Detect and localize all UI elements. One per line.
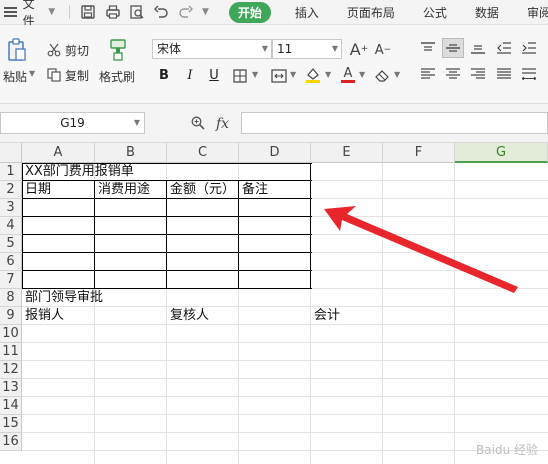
paste-dropdown-icon[interactable]: ▼ xyxy=(29,69,35,78)
zoom-icon[interactable] xyxy=(190,115,206,131)
format-painter-button[interactable]: 格式刷 xyxy=(99,68,135,85)
justify-icon[interactable] xyxy=(495,66,513,82)
copy-button[interactable]: 复制 xyxy=(65,67,89,84)
align-left-icon[interactable] xyxy=(419,66,437,82)
red-arrow-annotation xyxy=(324,206,518,293)
decrease-font-size-icon[interactable]: A − xyxy=(373,40,393,60)
font-color-dropdown-icon[interactable]: ▼ xyxy=(359,70,365,79)
undo-icon[interactable] xyxy=(154,4,169,20)
increase-font-size-icon[interactable]: A + xyxy=(349,39,369,59)
save-icon[interactable] xyxy=(81,4,95,20)
fill-color-icon[interactable] xyxy=(303,65,323,85)
chevron-down-icon: ▼ xyxy=(331,44,338,53)
border-dropdown-icon[interactable]: ▼ xyxy=(252,70,258,79)
font-color-icon[interactable]: A xyxy=(338,65,358,85)
menu-icon[interactable] xyxy=(4,7,17,17)
font-name-value: 宋体 xyxy=(157,42,182,56)
underline-button[interactable]: U xyxy=(205,66,223,84)
font-size-value: 11 xyxy=(277,42,293,56)
watermark: Baidu 经验 xyxy=(476,443,538,457)
align-center-icon[interactable] xyxy=(444,66,462,82)
formula-bar: G19 ▼ fx xyxy=(0,104,548,143)
name-box[interactable]: G19 ▼ xyxy=(0,112,145,134)
chevron-down-icon: ▼ xyxy=(133,118,140,127)
print-icon[interactable] xyxy=(105,4,120,20)
cut-button[interactable]: 剪切 xyxy=(65,42,89,59)
merge-cells-icon[interactable] xyxy=(270,67,288,85)
eraser-icon[interactable] xyxy=(374,66,392,84)
tab-data[interactable]: 数据 xyxy=(475,4,499,21)
tab-formulas[interactable]: 公式 xyxy=(423,4,447,21)
ribbon-toolbar: 粘贴 ▼ 剪切 复制 格式刷 宋体 ▼ 11 ▼ A + A − B I U ▼ ▼… xyxy=(0,25,548,104)
merge-dropdown-icon[interactable]: ▼ xyxy=(290,70,296,79)
chevron-down-icon: ▼ xyxy=(261,44,268,53)
quick-access-dropdown-icon[interactable]: ▼ xyxy=(202,7,209,17)
format-painter-icon[interactable] xyxy=(107,37,129,63)
chevron-down-icon[interactable]: ▼ xyxy=(48,7,55,17)
font-name-select[interactable]: 宋体 ▼ xyxy=(152,39,272,59)
spreadsheet-grid[interactable]: A B C D E F G 1 2 3 4 5 6 7 8 9 10 11 12 13 14 15 16 XX部门费用报销单日… xyxy=(0,143,548,464)
separator xyxy=(69,5,71,19)
print-preview-icon[interactable] xyxy=(130,4,144,20)
tab-insert[interactable]: 插入 xyxy=(295,4,319,21)
name-box-value: G19 xyxy=(60,116,85,130)
align-right-icon[interactable] xyxy=(469,66,487,82)
border-icon[interactable] xyxy=(231,67,249,85)
paste-icon[interactable] xyxy=(6,37,28,63)
tab-page-layout[interactable]: 页面布局 xyxy=(347,4,395,21)
function-icon[interactable]: fx xyxy=(216,116,229,132)
copy-icon[interactable] xyxy=(46,67,62,83)
paste-button[interactable]: 粘贴 xyxy=(3,68,27,85)
tab-review[interactable]: 审阅 xyxy=(527,4,548,21)
menu-bar: 文件 ▼ ▼ 开始 插入 页面布局 公式 数据 审阅 xyxy=(0,0,548,28)
increase-indent-icon[interactable] xyxy=(520,40,538,56)
align-top-icon[interactable] xyxy=(419,40,437,56)
italic-button[interactable]: I xyxy=(181,66,199,84)
tab-home[interactable]: 开始 xyxy=(228,1,271,23)
distributed-align-icon[interactable] xyxy=(520,66,538,82)
align-bottom-icon[interactable] xyxy=(469,40,487,56)
bold-button[interactable]: B xyxy=(155,66,173,84)
clear-dropdown-icon[interactable]: ▼ xyxy=(394,70,400,79)
arrow-shape xyxy=(324,206,518,293)
align-middle-icon[interactable] xyxy=(442,38,464,58)
redo-icon[interactable] xyxy=(179,4,193,20)
formula-input[interactable] xyxy=(241,112,548,134)
font-size-select[interactable]: 11 ▼ xyxy=(272,39,342,59)
fill-color-dropdown-icon[interactable]: ▼ xyxy=(325,70,331,79)
decrease-indent-icon[interactable] xyxy=(495,40,513,56)
scissors-icon[interactable] xyxy=(46,42,62,58)
